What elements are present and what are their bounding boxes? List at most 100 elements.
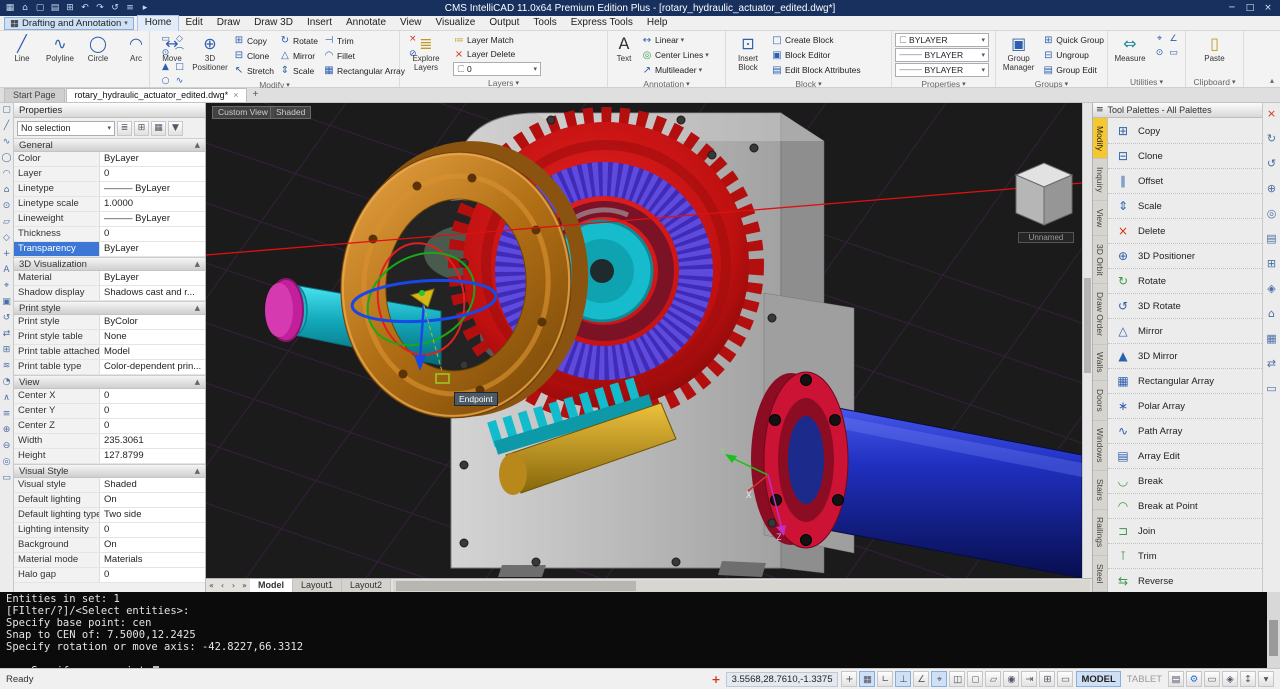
- property-row[interactable]: Linetype ——— ByLayer: [14, 182, 205, 197]
- ribbon-small-button[interactable]: ↻ Rotate: [279, 34, 318, 48]
- left-toolbar-icon[interactable]: ◎: [3, 457, 11, 467]
- quick-access-icon[interactable]: ▤: [49, 3, 61, 13]
- left-toolbar-icon[interactable]: A: [3, 265, 9, 275]
- right-toolbar-icon[interactable]: ⊕: [1267, 182, 1276, 195]
- command-console[interactable]: Entities in set: 1[FIlter/?]/<Select ent…: [0, 592, 1280, 668]
- palette-item[interactable]: ∿ Path Array: [1108, 419, 1262, 444]
- status-toggle[interactable]: ⊥: [895, 671, 911, 687]
- viewport-canvas[interactable]: [206, 103, 1082, 578]
- palette-tab[interactable]: Draw Order: [1093, 284, 1107, 344]
- property-row[interactable]: Lineweight ——— ByLayer: [14, 212, 205, 227]
- scrollbar-thumb[interactable]: [1084, 278, 1091, 373]
- status-toggle[interactable]: ▭: [1057, 671, 1073, 687]
- status-toggle[interactable]: ∠: [913, 671, 929, 687]
- explore-layers-button[interactable]: ≣ Explore Layers: [403, 33, 449, 72]
- ribbon-button[interactable]: ⊕ 3D Positioner: [191, 33, 229, 72]
- new-tab-button[interactable]: +: [248, 88, 262, 102]
- palette-tab[interactable]: 3D Orbit: [1093, 236, 1107, 284]
- palette-item[interactable]: ∗ Polar Array: [1108, 394, 1262, 419]
- ribbon-small-button[interactable]: ▣ Block Editor: [771, 48, 861, 62]
- menu-item[interactable]: Help: [640, 16, 675, 31]
- menu-item[interactable]: Visualize: [429, 16, 483, 31]
- ribbon-mini-button[interactable]: ∠: [1167, 33, 1180, 46]
- window-control-button[interactable]: ─: [1224, 3, 1240, 13]
- status-toggle[interactable]: ⊞: [1039, 671, 1055, 687]
- ribbon-small-button[interactable]: ▦ Rectangular Array: [323, 64, 405, 78]
- section-header[interactable]: Print style▲: [14, 301, 205, 315]
- property-row[interactable]: Print style table None: [14, 330, 205, 345]
- right-toolbar-icon[interactable]: ↻: [1267, 132, 1276, 145]
- status-toggle[interactable]: ◫: [949, 671, 965, 687]
- left-toolbar-icon[interactable]: ⊞: [3, 345, 11, 355]
- close-icon[interactable]: ×: [233, 89, 238, 102]
- status-toggle[interactable]: ⌖: [931, 671, 947, 687]
- left-toolbar-icon[interactable]: ≋: [3, 361, 11, 371]
- palette-tab[interactable]: Stairs: [1093, 471, 1107, 509]
- property-row[interactable]: Visual style Shaded: [14, 478, 205, 493]
- ribbon-small-button[interactable]: △ Mirror: [279, 49, 318, 63]
- property-row[interactable]: Default lighting type Two side: [14, 508, 205, 523]
- ribbon-small-button[interactable]: ▤ Edit Block Attributes: [771, 63, 861, 77]
- palette-item[interactable]: ◠ Break at Point: [1108, 494, 1262, 519]
- quick-access-icon[interactable]: ⊞: [64, 3, 76, 13]
- insert-block-button[interactable]: ⊡ Insert Block: [729, 33, 767, 72]
- properties-tool-button[interactable]: ⊞: [134, 121, 149, 136]
- section-header[interactable]: View▲: [14, 375, 205, 389]
- left-toolbar-icon[interactable]: ▭: [2, 473, 11, 483]
- shaded-button[interactable]: Shaded: [270, 106, 311, 119]
- layer-combo[interactable]: ▢ 0 ▾: [453, 62, 541, 76]
- properties-panel-header[interactable]: Properties: [14, 103, 205, 118]
- palette-tab[interactable]: Inquiry: [1093, 159, 1107, 201]
- property-row[interactable]: Print table type Color-dependent prin...: [14, 360, 205, 375]
- menu-item[interactable]: Express Tools: [564, 16, 640, 31]
- ribbon-mini-button[interactable]: ▭: [1167, 47, 1180, 60]
- window-control-button[interactable]: ×: [1260, 3, 1276, 13]
- right-toolbar-icon[interactable]: ▤: [1266, 232, 1276, 245]
- property-row[interactable]: Print style ByColor: [14, 315, 205, 330]
- section-header[interactable]: General▲: [14, 138, 205, 152]
- left-toolbar-icon[interactable]: ◯: [1, 153, 11, 163]
- property-row[interactable]: Default lighting On: [14, 493, 205, 508]
- ribbon-group-label-utilities[interactable]: Utilities▾: [1108, 76, 1185, 87]
- property-combo[interactable]: ▢ BYLAYER ▾: [895, 33, 989, 47]
- console-prompt-line[interactable]: Specify move point:: [6, 653, 1274, 665]
- property-row[interactable]: Linetype scale 1.0000: [14, 197, 205, 212]
- property-row[interactable]: Color ByLayer: [14, 152, 205, 167]
- status-toggle[interactable]: ▱: [985, 671, 1001, 687]
- palette-tab[interactable]: View: [1093, 201, 1107, 236]
- left-toolbar-icon[interactable]: ∿: [3, 137, 11, 147]
- property-row[interactable]: Material mode Materials: [14, 553, 205, 568]
- left-toolbar-icon[interactable]: ▱: [3, 217, 10, 227]
- window-control-button[interactable]: □: [1242, 3, 1258, 13]
- ribbon-small-button[interactable]: ◠ Fillet: [323, 49, 405, 63]
- status-toggle[interactable]: ∟: [877, 671, 893, 687]
- model-space-button[interactable]: MODEL: [1076, 671, 1120, 687]
- quick-access-icon[interactable]: ↷: [94, 3, 106, 13]
- coordinates-display[interactable]: 3.5568,28.7610,-1.3375: [726, 672, 839, 687]
- ribbon-small-button[interactable]: ▤ Group Edit: [1042, 63, 1104, 77]
- palette-item[interactable]: ↻ Rotate: [1108, 269, 1262, 294]
- property-row[interactable]: Shadow display Shadows cast and r...: [14, 286, 205, 301]
- ribbon-button[interactable]: ∿ Polyline: [41, 33, 79, 63]
- tab-scroll-arrow[interactable]: ›: [228, 581, 239, 590]
- right-toolbar-icon[interactable]: ↺: [1267, 157, 1276, 170]
- palette-item[interactable]: × Delete: [1108, 219, 1262, 244]
- menu-item[interactable]: Draw: [210, 16, 247, 31]
- palette-tab[interactable]: Walls: [1093, 345, 1107, 382]
- right-toolbar-icon[interactable]: ×: [1267, 107, 1276, 120]
- tab-scroll-arrow[interactable]: »: [239, 581, 250, 590]
- right-toolbar-icon[interactable]: ▭: [1266, 382, 1276, 395]
- menu-item[interactable]: Edit: [178, 16, 209, 31]
- palette-item[interactable]: ▲ 3D Mirror: [1108, 344, 1262, 369]
- ribbon-group-label-layers[interactable]: Layers▾: [400, 78, 607, 88]
- properties-tool-button[interactable]: ≣: [117, 121, 132, 136]
- menu-item[interactable]: Tools: [526, 16, 563, 31]
- measure-button[interactable]: ⇔ Measure: [1111, 33, 1149, 63]
- ribbon-small-button[interactable]: ↖ Stretch: [233, 64, 274, 78]
- status-icon[interactable]: ▾: [1258, 671, 1274, 687]
- property-row[interactable]: Width 235.3061: [14, 434, 205, 449]
- property-row[interactable]: Material ByLayer: [14, 271, 205, 286]
- left-toolbar-icon[interactable]: ▣: [2, 297, 11, 307]
- ribbon-mini-button[interactable]: ⌖: [1153, 33, 1166, 46]
- selection-dropdown[interactable]: No selection ▾: [17, 121, 115, 136]
